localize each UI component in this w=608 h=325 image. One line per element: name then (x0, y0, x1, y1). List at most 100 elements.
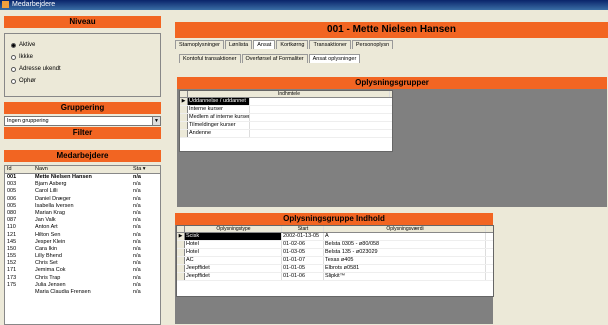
cell-value: Belsta 135 - ø023029 (324, 249, 486, 256)
gruppering-select[interactable]: Ingen gruppering ▼ (4, 116, 161, 126)
table-row[interactable]: 171 Jemima Cok n/a (5, 267, 160, 274)
table-row[interactable]: 175 Julia Jensen n/a (5, 282, 160, 289)
employee-id: 152 (7, 260, 17, 267)
employee-id: 121 (7, 231, 17, 238)
grupper-grid[interactable]: Indhmtele ▶ Uddannelse / uddannet Interne … (179, 90, 393, 152)
indhold-grid-header: Oplysningstype Start Oplysningsværdi (177, 226, 493, 233)
list-item[interactable]: ▶ Uddannelse / uddannet (180, 98, 392, 106)
tab-item[interactable]: Transaktioner (309, 40, 351, 49)
employee-status: n/a (133, 281, 141, 288)
employee-id: 006 (7, 195, 17, 202)
radio-dot-icon (11, 42, 16, 48)
row-indicator-header (180, 91, 188, 97)
list-item[interactable]: Tilmeldinger kurser (180, 122, 392, 130)
table-row[interactable]: 005 Carol Lilli n/a (5, 188, 160, 195)
grupper-label: Medlem af interne kurser (189, 114, 250, 121)
table-row[interactable]: Jeepffidet 01-01-06 Slipkit™ (177, 273, 493, 281)
radio-aktive[interactable]: Aktive (11, 42, 35, 48)
employee-status: n/a (133, 217, 141, 224)
table-row[interactable]: 001 Mette Nielsen Hansen n/a (5, 174, 160, 181)
row-indicator-header (177, 226, 185, 232)
col-oplysningstype[interactable]: Oplysningstype (185, 226, 282, 232)
table-row[interactable]: 152 Chris Set n/a (5, 260, 160, 267)
cell-start: 2002-01-13-05 (282, 233, 324, 240)
table-row[interactable]: 110 Anton Art n/a (5, 224, 160, 231)
tab-item[interactable]: Personoplysn (351, 40, 394, 49)
radio-ikkke[interactable]: Ikkke (11, 54, 33, 60)
employee-name: Marian Krag (35, 209, 65, 216)
col-indhmtele[interactable]: Indhmtele (188, 91, 390, 97)
radio-dot-icon (11, 78, 16, 84)
grupper-rows: ▶ Uddannelse / uddannet Interne kurser Medl… (180, 98, 392, 138)
employee-name: Isabella Iversen (35, 202, 74, 209)
tab-item[interactable]: Stamoplysninger (175, 40, 224, 49)
table-row[interactable]: Hotel 01-03-05 Belsta 135 - ø023029 (177, 249, 493, 257)
employee-status: n/a (133, 274, 141, 281)
col-id[interactable]: Id (5, 166, 35, 173)
table-row[interactable]: ▶ Scisk 2002-01-13-05 A (177, 233, 493, 241)
table-row[interactable]: 087 Jan Valk n/a (5, 217, 160, 224)
radio-adresse-ukendt[interactable]: Adresse ukendt (11, 66, 61, 72)
table-row[interactable]: 080 Marian Krag n/a (5, 210, 160, 217)
employee-rows: 001 Mette Nielsen Hansen n/a 003 Bjarn Asber… (5, 174, 160, 296)
tab-item[interactable]: Kortkørng (276, 40, 309, 49)
table-row[interactable]: 173 Chris Trap n/a (5, 275, 160, 282)
list-item[interactable]: Interne kurser (180, 106, 392, 114)
table-row[interactable]: Hotel 01-02-06 Belsta 0305 - ø80/058 (177, 241, 493, 249)
employee-id: 087 (7, 217, 17, 224)
cell-type: Jeepffidet (185, 273, 282, 280)
table-row[interactable]: 005 Isabella Iversen n/a (5, 203, 160, 210)
table-row[interactable]: AC 01-01-07 Texas ø405 (177, 257, 493, 265)
employee-id: 080 (7, 209, 17, 216)
employee-id: 005 (7, 188, 17, 195)
chevron-down-icon[interactable]: ▼ (152, 117, 160, 125)
employee-status: n/a (133, 202, 141, 209)
table-row[interactable]: 145 Jesper Klein n/a (5, 239, 160, 246)
employee-name: Jan Valk (35, 217, 56, 224)
employee-status: n/a (133, 238, 141, 245)
employee-status: n/a (133, 231, 141, 238)
cell-value: A (324, 233, 486, 240)
employee-name: Hilton Sen (35, 231, 61, 238)
table-row[interactable]: Maria Claudia Frensen n/a (5, 289, 160, 296)
gruppering-header: Gruppering (4, 102, 161, 114)
employee-name: Lilly Bhend (35, 253, 62, 260)
grupper-label: Tilmeldinger kurser (188, 122, 250, 129)
row-indicator (177, 257, 185, 264)
employee-name: Chris Set (35, 260, 58, 267)
window-title: Medarbejdere (12, 1, 56, 8)
radio-ophor[interactable]: Ophør (11, 78, 36, 84)
main-tabs: Stamoplysninger Lønlista Ansat Kortkørng Tra… (175, 40, 394, 49)
tab-item[interactable]: Lønlista (224, 40, 253, 49)
subtab-item[interactable]: Overførsel af Formaliter (241, 54, 308, 63)
employee-id: 155 (7, 253, 17, 260)
employee-name: Maria Claudia Frensen (35, 289, 91, 295)
col-name[interactable]: Navn (35, 166, 133, 173)
employee-id: 171 (7, 267, 17, 274)
table-row[interactable]: 003 Bjarn Asberg n/a (5, 181, 160, 188)
list-item[interactable]: Andenne (180, 130, 392, 138)
col-status[interactable]: Sta ▾ (133, 166, 158, 173)
table-row[interactable]: 006 Daniel Dræger n/a (5, 196, 160, 203)
oplysningsgrupper-header: Oplysningsgrupper (177, 77, 607, 89)
col-start[interactable]: Start (282, 226, 324, 232)
list-item[interactable]: Medlem af interne kurser (180, 114, 392, 122)
filter-header: Filter (4, 127, 161, 139)
table-row[interactable]: Jeepffidet 01-01-05 Elbrots ø0581 (177, 265, 493, 273)
indhold-grid[interactable]: Oplysningstype Start Oplysningsværdi ▶ Sc… (176, 225, 494, 297)
employee-status: n/a (133, 245, 141, 252)
employee-name: Anton Art (35, 224, 58, 231)
employee-status: n/a (133, 174, 141, 180)
table-row[interactable]: 150 Cara Ikin n/a (5, 246, 160, 253)
subtab-item[interactable]: Kontoful transaktioner (179, 54, 241, 63)
col-oplysningsvaerdi[interactable]: Oplysningsværdi (324, 226, 486, 232)
niveau-header: Niveau (4, 16, 161, 28)
employee-name: Julia Jensen (35, 281, 66, 288)
subtab-item[interactable]: Ansat oplysninger (308, 54, 361, 63)
table-row[interactable]: 121 Hilton Sen n/a (5, 232, 160, 239)
employee-id: 175 (7, 281, 17, 288)
table-row[interactable]: 155 Lilly Bhend n/a (5, 253, 160, 260)
employee-status: n/a (133, 224, 141, 231)
employee-table[interactable]: Id Navn Sta ▾ 001 Mette Nielsen Hansen n/a… (4, 165, 161, 325)
tab-item[interactable]: Ansat (253, 40, 276, 49)
